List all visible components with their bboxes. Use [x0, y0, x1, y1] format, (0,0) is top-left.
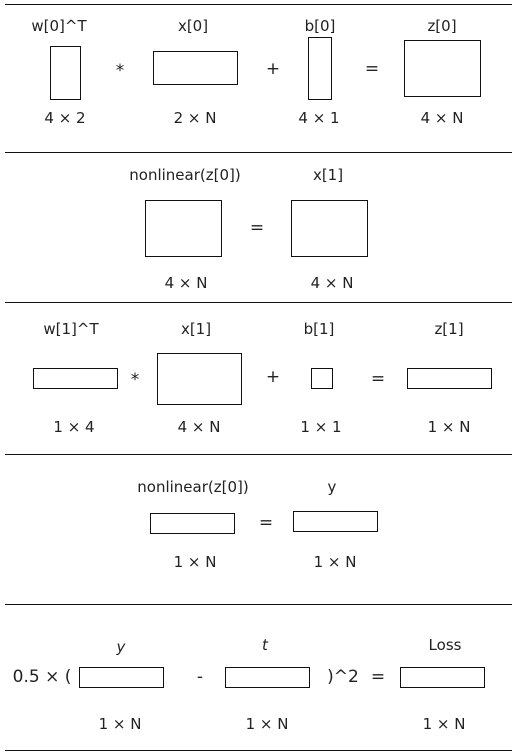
equals-operator: = — [258, 513, 274, 533]
dim-x0: 2 × N — [173, 109, 217, 127]
matrix-z1 — [407, 368, 492, 389]
plus-operator: + — [265, 59, 281, 79]
label-nonlinear-z0: nonlinear(z[0]) — [129, 166, 241, 184]
equals-operator: = — [370, 667, 386, 687]
dim-x1: 4 × N — [177, 418, 221, 436]
label-y: y — [116, 638, 126, 656]
matrix-x0 — [153, 51, 238, 85]
matrix-nonlinear-z1 — [150, 513, 235, 534]
matrix-nonlinear-z0 — [145, 200, 222, 257]
matrix-x1 — [157, 353, 242, 405]
equals-operator: = — [364, 59, 380, 79]
label-t: t — [262, 636, 268, 654]
minus-operator: - — [196, 667, 204, 687]
label-z0: z[0] — [427, 17, 457, 35]
dim-x1: 4 × N — [310, 274, 354, 292]
label-y: y — [327, 478, 337, 496]
divider-3 — [5, 454, 512, 455]
label-x1: x[1] — [180, 320, 212, 338]
dim-w1: 1 × 4 — [53, 418, 95, 436]
dim-b0: 4 × 1 — [298, 109, 340, 127]
dim-nonlinear-z0: 4 × N — [164, 274, 208, 292]
equals-operator: = — [370, 369, 386, 389]
half-open-paren: 0.5 × ( — [12, 667, 72, 687]
matrix-w0 — [50, 46, 81, 100]
divider-4 — [5, 604, 512, 605]
label-x1: x[1] — [312, 166, 344, 184]
label-w1: w[1]^T — [43, 320, 99, 338]
matrix-y — [79, 667, 164, 688]
label-x0: x[0] — [177, 17, 209, 35]
divider-1 — [5, 152, 512, 153]
plus-operator: + — [265, 367, 281, 387]
close-paren-squared: )^2 — [327, 667, 359, 687]
dim-loss: 1 × N — [422, 715, 466, 733]
divider-bottom — [5, 750, 512, 751]
dim-y: 1 × N — [98, 715, 142, 733]
dim-w0: 4 × 2 — [44, 109, 86, 127]
matrix-y — [293, 511, 378, 532]
dim-t: 1 × N — [245, 715, 289, 733]
divider-top — [5, 4, 512, 5]
label-b0: b[0] — [304, 17, 336, 35]
multiply-operator: * — [115, 61, 125, 81]
matrix-loss — [400, 667, 485, 688]
divider-2 — [5, 302, 512, 303]
dim-nonlinear-z1: 1 × N — [173, 553, 217, 571]
matrix-b0 — [308, 37, 332, 100]
dim-z1: 1 × N — [427, 418, 471, 436]
dim-z0: 4 × N — [420, 109, 464, 127]
label-w0: w[0]^T — [31, 17, 87, 35]
label-nonlinear-z1: nonlinear(z[0]) — [137, 478, 249, 496]
dim-b1: 1 × 1 — [300, 418, 342, 436]
matrix-b1 — [311, 368, 333, 389]
equals-operator: = — [249, 218, 265, 238]
dim-y: 1 × N — [313, 553, 357, 571]
multiply-operator: * — [130, 370, 140, 390]
label-z1: z[1] — [434, 320, 464, 338]
matrix-x1 — [291, 200, 368, 257]
matrix-z0 — [404, 40, 481, 97]
label-loss: Loss — [428, 636, 462, 654]
label-b1: b[1] — [303, 320, 335, 338]
matrix-w1 — [33, 368, 118, 389]
matrix-t — [225, 667, 310, 688]
